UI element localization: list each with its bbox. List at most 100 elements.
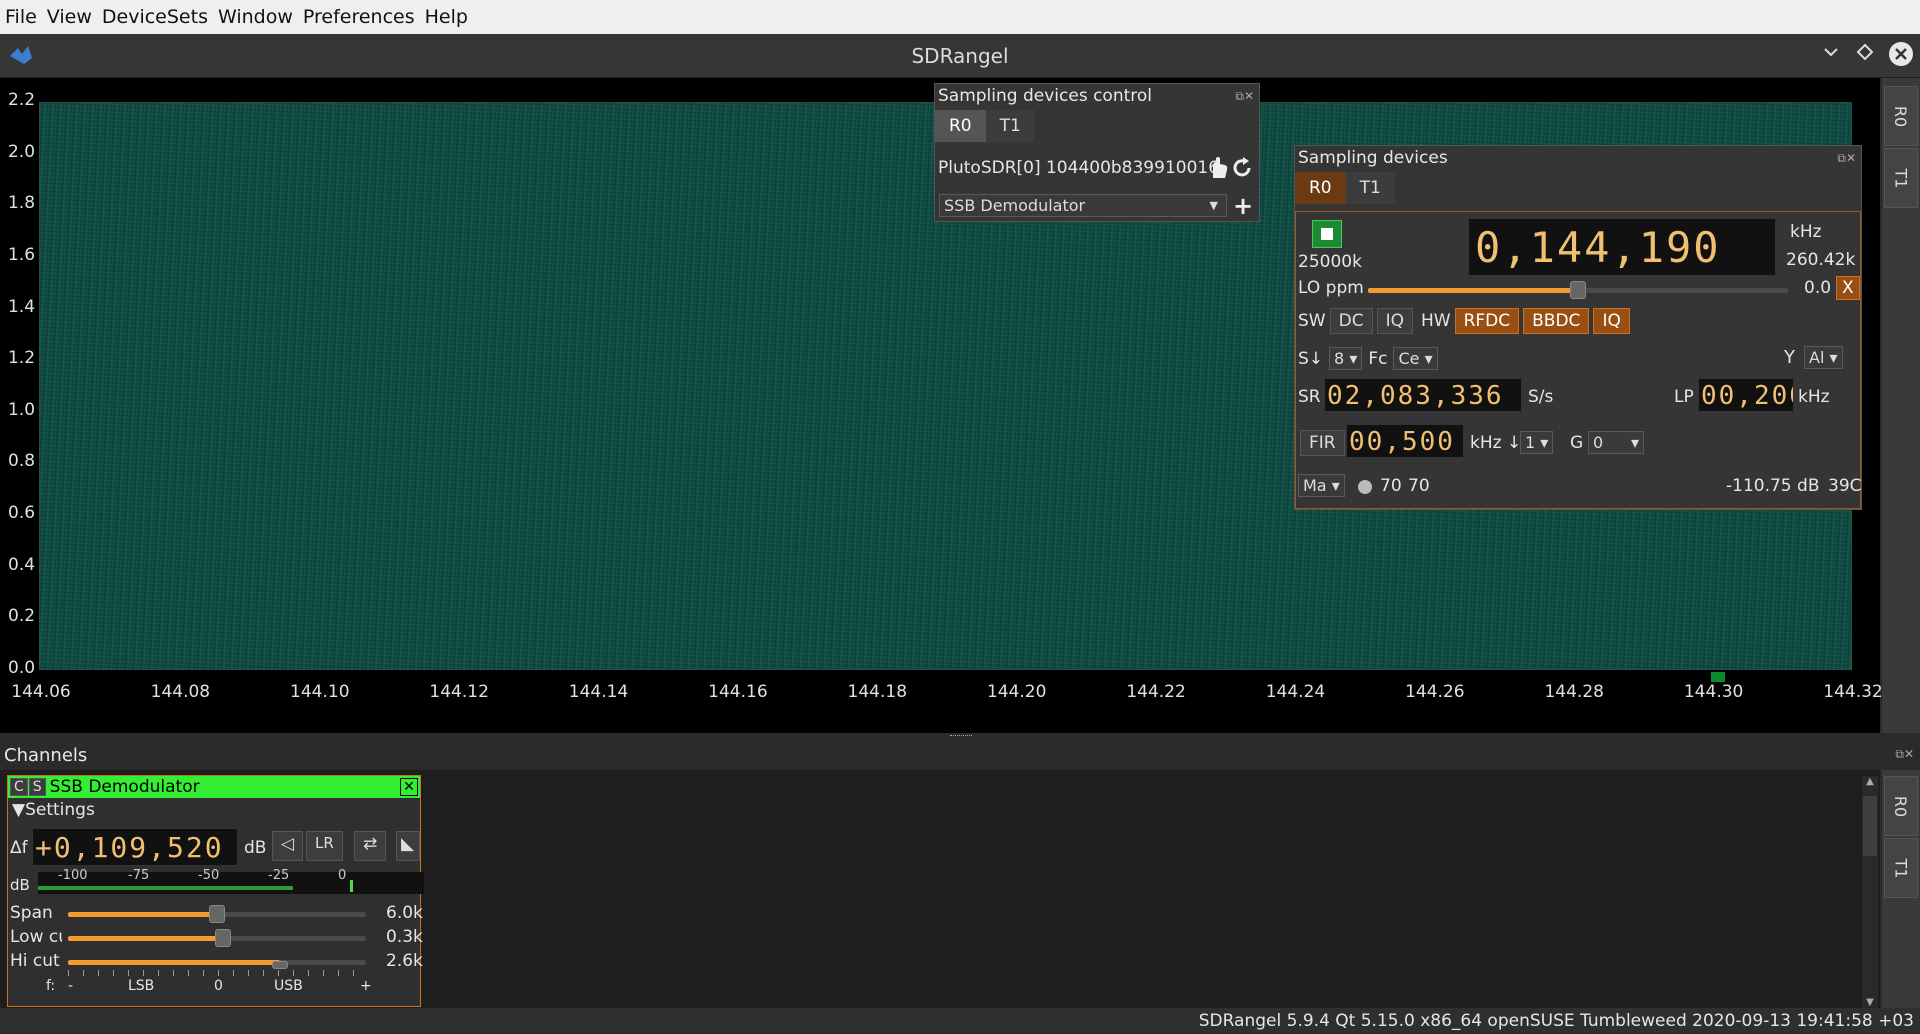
span-value: 6.0k <box>386 903 423 923</box>
y-tick-label: 1.2 <box>8 348 36 369</box>
hw-iq-button[interactable]: IQ <box>1593 308 1630 334</box>
maximize-icon[interactable] <box>1856 43 1874 66</box>
fir-gain-label: G <box>1570 433 1584 453</box>
side-tab-t1[interactable]: T1 <box>1884 838 1918 898</box>
meter-tick-label: -75 <box>128 868 150 883</box>
fir-decimation-select[interactable]: 1 ▾ <box>1520 431 1554 454</box>
close-channel-icon[interactable]: ✕ <box>400 778 418 796</box>
panel-float-icon[interactable]: ⧉✕ <box>1837 151 1856 166</box>
side-tab-r0[interactable]: R0 <box>1884 776 1918 836</box>
hi-cut-value: 2.6k <box>386 951 423 971</box>
x-tick-label: 144.32 <box>1823 682 1883 702</box>
x-tick-label: 144.26 <box>1405 682 1465 702</box>
x-tick-label: 144.10 <box>290 682 350 702</box>
lowpass-dial[interactable]: 00,200 <box>1698 378 1794 412</box>
start-stop-button[interactable] <box>1312 220 1342 248</box>
gain-value-b: 70 <box>1408 476 1430 496</box>
low-cut-handle[interactable] <box>215 929 231 947</box>
minimize-icon[interactable] <box>1822 43 1840 66</box>
x-tick-label: 144.24 <box>1265 682 1326 702</box>
menu-preferences[interactable]: Preferences <box>298 6 420 28</box>
y-tick-label: 1.8 <box>8 193 36 214</box>
scale-ticks <box>68 970 366 976</box>
decimation-select[interactable]: 8 ▾ <box>1329 347 1363 370</box>
y-tick-label: 1.4 <box>8 296 36 317</box>
fc-label: Fc <box>1368 348 1388 369</box>
low-cut-label: Low cu <box>10 927 62 947</box>
frequency-offset-dial[interactable]: +0,109,520 <box>32 828 238 866</box>
stream-button[interactable]: S <box>28 778 46 796</box>
lo-reset-button[interactable]: X <box>1836 276 1860 300</box>
menu-file[interactable]: File <box>0 6 42 28</box>
menu-help[interactable]: Help <box>420 6 473 28</box>
sample-rate-label: 25000k <box>1298 252 1362 272</box>
sample-rate-dial[interactable]: 02,083,336 <box>1324 378 1522 412</box>
x-tick-label: 144.12 <box>429 682 489 702</box>
side-tab-r0[interactable]: R0 <box>1884 86 1918 146</box>
menu-devicesets[interactable]: DeviceSets <box>97 6 213 28</box>
iq-button[interactable]: IQ <box>1376 308 1413 334</box>
dsb-icon[interactable]: ◣ <box>396 831 420 861</box>
hi-cut-fill <box>68 960 280 965</box>
channels-header: Channels ⧉✕ <box>0 741 1920 769</box>
channels-area: C S SSB Demodulator ✕ ▼Settings Δf +0,10… <box>0 770 1880 1008</box>
channels-scrollbar[interactable]: ▲ ▼ <box>1862 776 1878 1008</box>
fir-gain-select[interactable]: 0 ▾ <box>1588 431 1644 454</box>
center-frequency-dial[interactable]: 0,144,190 <box>1468 218 1776 276</box>
splitter-handle[interactable] <box>950 735 972 738</box>
gain-dial-icon[interactable] <box>1358 480 1372 494</box>
tab-t1[interactable]: T1 <box>1345 172 1395 204</box>
reload-icon[interactable] <box>1230 156 1254 185</box>
fir-unit: kHz ↓ <box>1470 433 1522 453</box>
fir-bandwidth-dial[interactable]: 00,500 <box>1346 424 1464 458</box>
menu-view[interactable]: View <box>42 6 97 28</box>
dc-button[interactable]: DC <box>1329 308 1373 334</box>
temperature-value: 39C <box>1828 476 1862 496</box>
hw-label: HW <box>1420 311 1451 331</box>
gain-mode-select[interactable]: Ma ▾ <box>1298 474 1345 497</box>
y-tick-label: 0.6 <box>8 503 36 524</box>
window-title: SDRangel <box>911 44 1009 68</box>
panel-float-icon[interactable]: ⧉✕ <box>1235 89 1254 104</box>
channel-settings-button[interactable]: C <box>10 778 28 796</box>
side-tab-t1[interactable]: T1 <box>1884 148 1918 208</box>
ssb-header: C S SSB Demodulator ✕ <box>8 776 420 798</box>
fc-position-select[interactable]: Ce ▾ <box>1393 347 1438 370</box>
channel-select[interactable]: SSB Demodulator ▼ <box>939 194 1227 217</box>
lo-ppm-handle[interactable] <box>1570 281 1586 299</box>
hi-cut-handle[interactable] <box>272 961 288 969</box>
close-icon[interactable] <box>1888 41 1914 72</box>
y-tick-label: 1.0 <box>8 399 36 420</box>
y-tick-label: 0.0 <box>8 658 36 678</box>
span-handle[interactable] <box>209 905 225 923</box>
y-tick-label: 1.6 <box>8 244 36 265</box>
device-select-icon[interactable] <box>1207 156 1229 185</box>
flip-channels-icon[interactable]: ⇄ <box>354 831 387 861</box>
decimation-row: S↓ 8 ▾ Fc Ce ▾ <box>1298 347 1438 370</box>
binaural-button[interactable]: LR <box>306 831 343 861</box>
settings-toggle[interactable]: ▼Settings <box>12 800 95 820</box>
span-fill <box>68 912 217 917</box>
fir-button[interactable]: FIR <box>1300 430 1345 456</box>
scale-lsb: LSB <box>128 978 155 994</box>
tab-t1[interactable]: T1 <box>985 110 1035 142</box>
delta-f-label: Δf <box>10 838 28 858</box>
audio-mute-icon[interactable]: ◁ <box>272 831 304 861</box>
correction-row: SW DC IQ HW RFDC BBDC IQ <box>1298 308 1630 334</box>
channels-float-icon[interactable]: ⧉✕ <box>1895 747 1914 762</box>
sw-label: SW <box>1298 311 1326 331</box>
tab-r0[interactable]: R0 <box>935 110 986 142</box>
bbdc-button[interactable]: BBDC <box>1523 308 1590 334</box>
x-tick-label: 144.08 <box>150 682 211 702</box>
span-label: Span <box>10 903 53 923</box>
add-channel-button[interactable]: + <box>1233 192 1253 220</box>
antenna-select[interactable]: Al ▾ <box>1804 346 1843 369</box>
tab-r0[interactable]: R0 <box>1295 172 1346 204</box>
menu-window[interactable]: Window <box>213 6 298 28</box>
bandwidth-label: 260.42k <box>1786 250 1856 270</box>
scale-f-label: f: <box>46 978 56 994</box>
channel-marker[interactable] <box>1711 672 1725 682</box>
meter-tick-label: -100 <box>58 868 88 883</box>
x-tick-label: 144.22 <box>1126 682 1186 702</box>
rfdc-button[interactable]: RFDC <box>1454 308 1520 334</box>
